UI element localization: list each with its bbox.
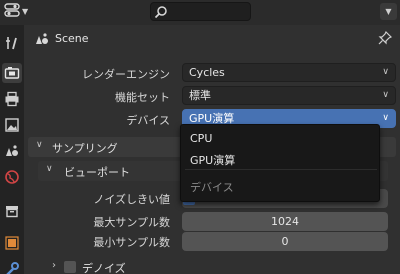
chevron-down-icon: ∨: [36, 140, 43, 150]
device-option-gpu[interactable]: GPU演算: [190, 152, 235, 168]
denoise-subpanel-header[interactable]: › デノイズ: [48, 259, 388, 274]
max-samples-label: 最大サンプル数: [93, 216, 170, 229]
properties-editor-icon: [4, 3, 20, 20]
scene-icon: [34, 31, 50, 50]
tab-render[interactable]: [2, 63, 22, 83]
chevron-down-icon: ▼: [385, 7, 392, 16]
pin-icon[interactable]: [378, 30, 393, 48]
tab-world[interactable]: [2, 167, 22, 187]
search-input[interactable]: [150, 2, 251, 21]
editor-header: ▼ ▼: [0, 0, 400, 25]
chevron-down-icon: ∨: [382, 113, 389, 123]
tab-modifiers[interactable]: [2, 259, 22, 274]
tool-icon: [6, 37, 17, 50]
tab-object[interactable]: [2, 233, 22, 253]
wrench-icon: [6, 262, 19, 274]
max-samples-field[interactable]: 1024: [182, 212, 388, 231]
chevron-down-icon: ∨: [382, 90, 389, 100]
render-engine-value: Cycles: [189, 66, 225, 79]
tab-tool[interactable]: [2, 33, 22, 53]
scene-icon: [6, 145, 18, 156]
globe-icon: [5, 170, 19, 184]
camera-icon: [4, 67, 20, 79]
tab-scene[interactable]: [2, 141, 22, 161]
device-popup-caption: デバイス: [190, 181, 234, 194]
tab-collection[interactable]: [2, 201, 22, 221]
tab-output[interactable]: [2, 89, 22, 109]
min-samples-label: 最小サンプル数: [93, 236, 170, 249]
search-icon: [154, 6, 167, 19]
feature-set-label: 機能セット: [115, 91, 170, 104]
sampling-title: サンプリング: [52, 142, 118, 155]
noise-threshold-label: ノイズしきい値: [93, 193, 170, 206]
context-breadcrumb: Scene: [24, 25, 400, 53]
popup-divider: [185, 169, 377, 170]
device-popup-menu: CPU GPU演算 デバイス: [180, 124, 380, 202]
box-icon: [6, 206, 18, 218]
object-icon: [5, 236, 19, 250]
chevron-down-icon: ∨: [382, 67, 389, 77]
feature-set-dropdown[interactable]: 標準 ∨: [182, 86, 396, 105]
denoise-title: デノイズ: [82, 262, 126, 274]
device-option-cpu[interactable]: CPU: [190, 132, 212, 145]
printer-icon: [5, 91, 19, 107]
render-engine-label: レンダーエンジン: [82, 68, 170, 81]
chevron-down-icon: ▼: [22, 7, 29, 16]
feature-set-value: 標準: [189, 89, 211, 102]
image-icon: [5, 118, 19, 132]
denoise-checkbox[interactable]: [64, 261, 76, 273]
chevron-down-icon: ∨: [46, 164, 53, 174]
header-options-button[interactable]: ▼: [380, 3, 397, 20]
context-title: Scene: [55, 32, 89, 45]
viewport-title: ビューポート: [64, 166, 130, 179]
chevron-right-icon: ›: [52, 260, 56, 271]
min-samples-field[interactable]: 0: [182, 232, 388, 251]
render-engine-dropdown[interactable]: Cycles ∨: [182, 63, 396, 82]
device-label: デバイス: [126, 114, 170, 127]
properties-tabs: [0, 25, 24, 274]
tab-view-layer[interactable]: [2, 115, 22, 135]
editor-type-selector[interactable]: ▼: [4, 2, 36, 21]
